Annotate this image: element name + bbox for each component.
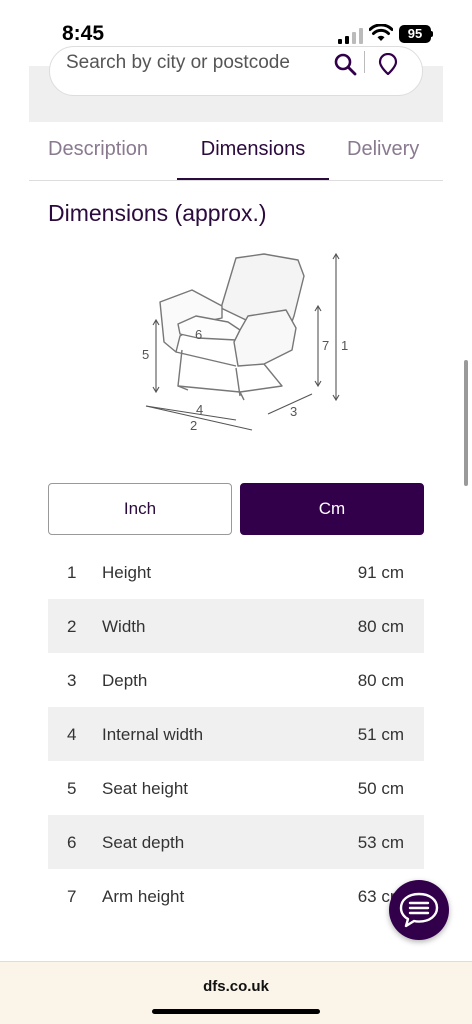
diagram-label-1: 1 — [341, 338, 348, 353]
dimensions-table: 1 Height 91 cm 2 Width 80 cm 3 Depth 80 … — [48, 545, 424, 923]
row-value: 80 cm — [357, 671, 404, 690]
search-input[interactable]: Search by city or postcode — [49, 46, 423, 96]
table-row: 1 Height 91 cm — [48, 545, 424, 599]
diagram-label-3: 3 — [290, 404, 297, 419]
table-row: 6 Seat depth 53 cm — [48, 815, 424, 869]
row-label: Height — [102, 563, 152, 582]
browser-url-bar[interactable]: dfs.co.uk — [0, 961, 472, 1024]
tab-delivery[interactable]: Delivery — [347, 138, 419, 180]
inch-button[interactable]: Inch — [48, 483, 232, 535]
row-value: 53 cm — [357, 833, 404, 852]
url-text[interactable]: dfs.co.uk — [0, 978, 472, 995]
row-number: 5 — [67, 779, 77, 798]
row-value: 91 cm — [357, 563, 404, 582]
table-row: 5 Seat height 50 cm — [48, 761, 424, 815]
row-number: 7 — [67, 887, 77, 906]
cm-button[interactable]: Cm — [240, 483, 424, 535]
row-label: Width — [102, 617, 146, 636]
signal-icon — [338, 28, 363, 44]
tab-description[interactable]: Description — [48, 138, 148, 180]
row-value: 80 cm — [357, 617, 404, 636]
table-row: 3 Depth 80 cm — [48, 653, 424, 707]
row-number: 3 — [67, 671, 77, 690]
chat-button[interactable] — [389, 880, 449, 940]
diagram-label-6: 6 — [195, 327, 202, 342]
chat-icon — [399, 892, 439, 928]
diagram-label-4: 4 — [196, 402, 203, 417]
table-row: 2 Width 80 cm — [48, 599, 424, 653]
row-number: 2 — [67, 617, 77, 636]
search-band: Search by city or postcode — [29, 46, 443, 122]
row-label: Seat height — [102, 779, 189, 798]
row-label: Arm height — [102, 887, 185, 906]
tab-dimensions[interactable]: Dimensions — [177, 138, 329, 180]
row-label: Internal width — [102, 725, 204, 744]
search-placeholder: Search by city or postcode — [66, 52, 290, 73]
row-number: 1 — [67, 563, 77, 582]
battery-nub — [431, 31, 433, 37]
search-icon[interactable] — [333, 52, 357, 76]
home-indicator[interactable] — [152, 1009, 320, 1014]
search-divider — [364, 51, 365, 73]
diagram-label-7: 7 — [322, 338, 329, 353]
diagram-label-5: 5 — [142, 347, 149, 362]
row-value: 50 cm — [357, 779, 404, 798]
section-title: Dimensions (approx.) — [48, 200, 267, 226]
row-label: Seat depth — [102, 833, 185, 852]
product-tabs: Description Dimensions Delivery — [29, 132, 443, 181]
scrollbar[interactable] — [464, 360, 468, 486]
diagram-label-2: 2 — [190, 418, 197, 433]
status-time: 8:45 — [62, 22, 105, 45]
table-row: 7 Arm height 63 cm — [48, 869, 424, 923]
row-label: Depth — [102, 671, 148, 690]
battery-indicator: 95 — [399, 25, 431, 43]
table-row: 4 Internal width 51 cm — [48, 707, 424, 761]
row-number: 4 — [67, 725, 77, 744]
chair-dimension-diagram: 1 2 3 4 5 6 7 — [142, 252, 348, 433]
row-number: 6 — [67, 833, 77, 852]
row-value: 51 cm — [357, 725, 404, 744]
wifi-icon — [369, 24, 393, 41]
location-icon[interactable] — [378, 53, 398, 75]
unit-toggle: Inch Cm — [48, 483, 424, 535]
